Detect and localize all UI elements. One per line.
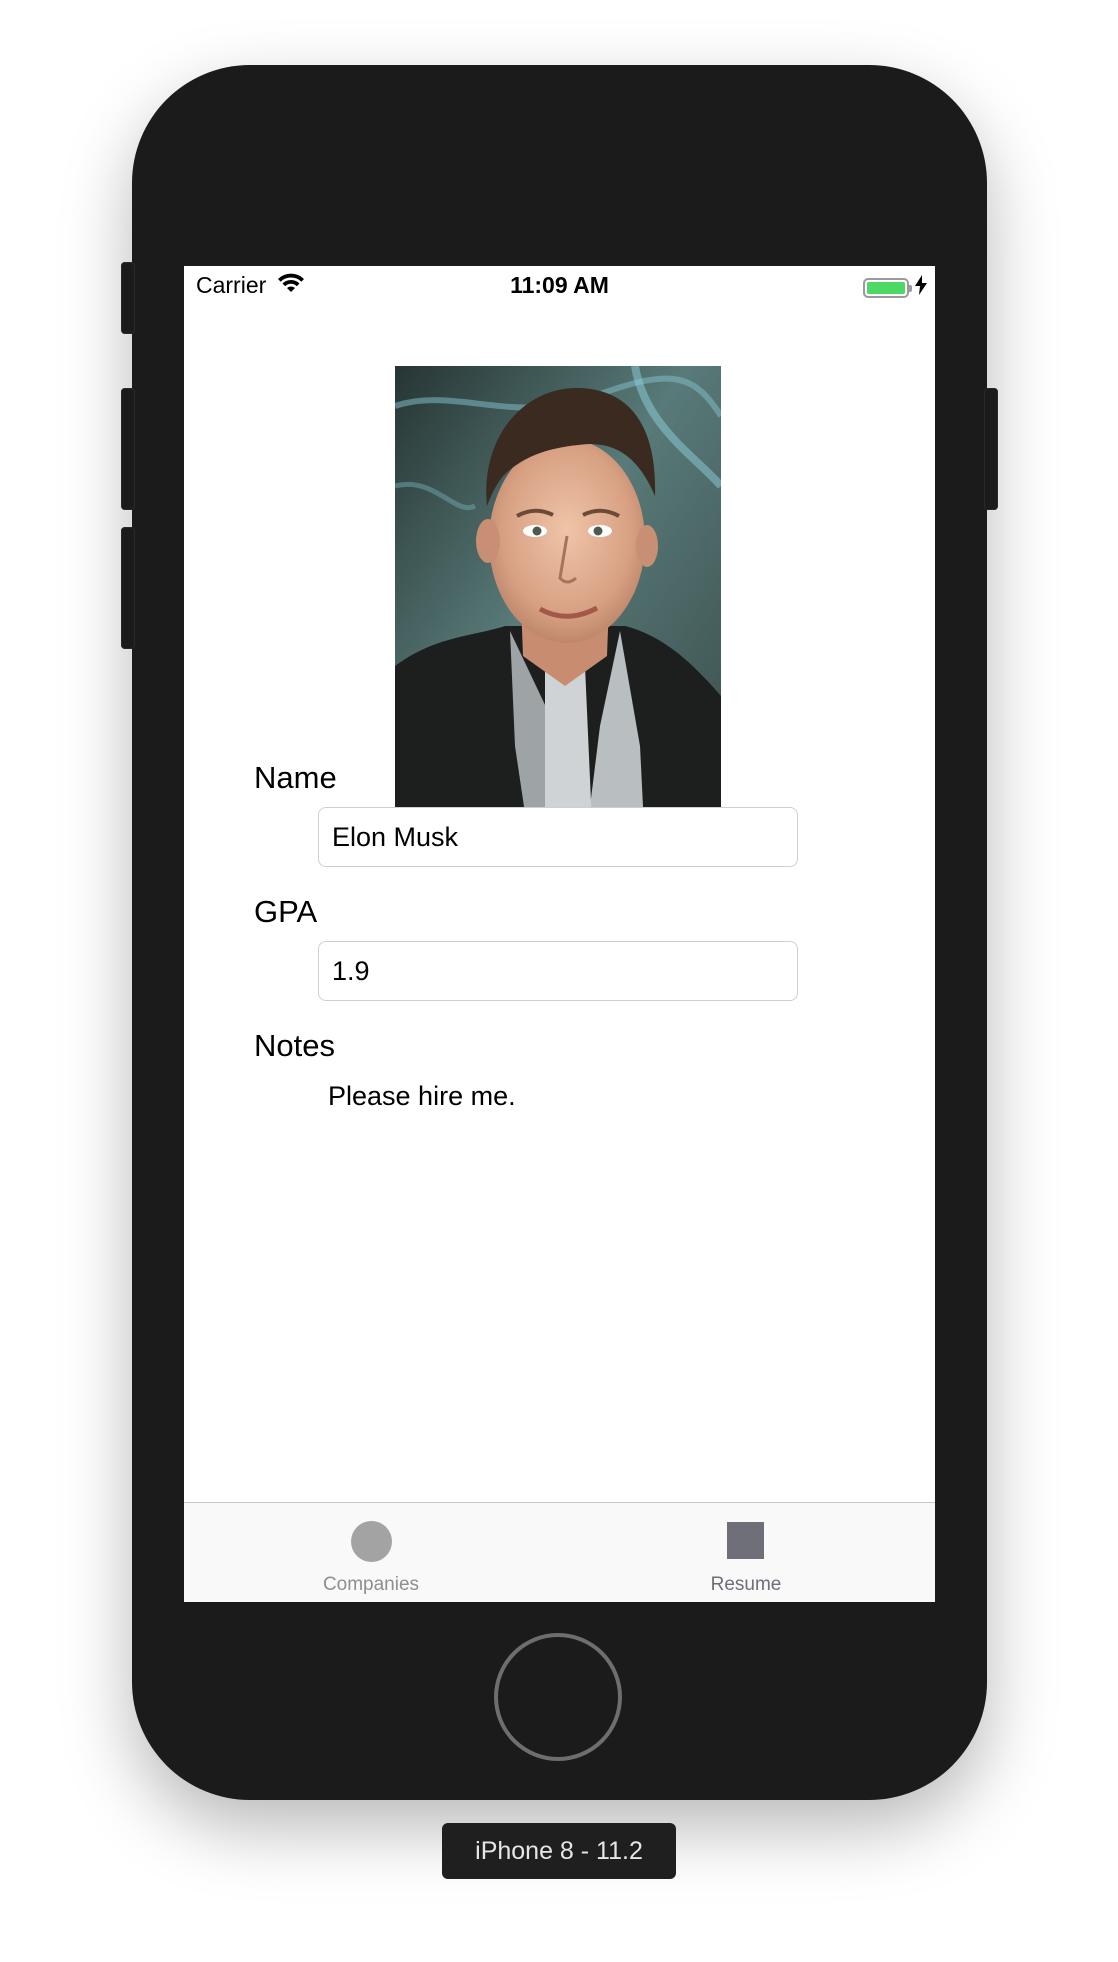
- battery-icon: [863, 277, 912, 298]
- tab-resume[interactable]: Resume: [646, 1503, 846, 1602]
- status-bar: Carrier 11:09 AM: [184, 266, 935, 306]
- mute-switch: [121, 262, 135, 334]
- notes-text-view[interactable]: Please hire me.: [328, 1081, 798, 1261]
- tab-bar: Companies Resume: [184, 1502, 935, 1602]
- name-label: Name: [254, 760, 337, 795]
- app-screen: Carrier 11:09 AM Name Elon Musk GPA 1.9 …: [184, 266, 935, 1602]
- notes-label: Notes: [254, 1028, 335, 1063]
- square-icon: [727, 1522, 764, 1559]
- home-button[interactable]: [494, 1633, 622, 1761]
- volume-down-button: [121, 527, 135, 649]
- battery-tip: [909, 284, 912, 292]
- gpa-label: GPA: [254, 894, 318, 929]
- profile-photo: [395, 366, 721, 847]
- circle-icon: [351, 1521, 392, 1562]
- charging-bolt-icon: [915, 275, 927, 300]
- device-label: iPhone 8 - 11.2: [442, 1823, 676, 1879]
- name-field[interactable]: [318, 807, 798, 867]
- tab-companies[interactable]: Companies: [271, 1503, 471, 1602]
- battery-group: [863, 275, 927, 300]
- tab-companies-label: Companies: [322, 1574, 420, 1595]
- gpa-field[interactable]: [318, 941, 798, 1001]
- simulator-window: Carrier 11:09 AM Name Elon Musk GPA 1.9 …: [0, 0, 1118, 1962]
- status-time: 11:09 AM: [510, 272, 609, 298]
- battery-fill: [867, 281, 905, 294]
- tab-resume-label: Resume: [710, 1574, 782, 1595]
- power-button: [984, 388, 998, 510]
- volume-up-button: [121, 388, 135, 510]
